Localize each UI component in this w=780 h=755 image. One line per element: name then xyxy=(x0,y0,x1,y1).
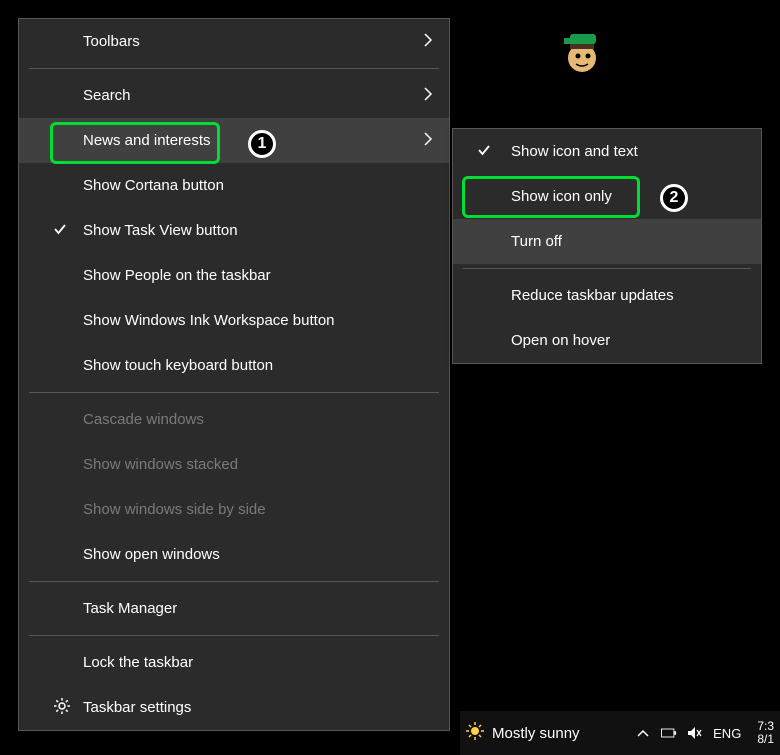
check-icon xyxy=(477,143,491,161)
chevron-right-icon xyxy=(423,86,433,106)
separator xyxy=(29,68,439,69)
check-icon xyxy=(53,222,67,240)
menu-item-label: Show windows stacked xyxy=(83,456,238,473)
menu-item-label: Show Windows Ink Workspace button xyxy=(83,312,335,329)
menu-item-label: Reduce taskbar updates xyxy=(511,287,674,304)
chevron-right-icon xyxy=(423,131,433,151)
news-interests-submenu: Show icon and text Show icon only Turn o… xyxy=(452,128,762,364)
menu-item-show-open[interactable]: Show open windows xyxy=(19,532,449,577)
separator xyxy=(29,392,439,393)
menu-item-task-manager[interactable]: Task Manager xyxy=(19,586,449,631)
menu-item-side-by-side: Show windows side by side xyxy=(19,487,449,532)
taskbar-context-menu: Toolbars Search News and interests Show … xyxy=(18,18,450,731)
menu-item-task-view[interactable]: Show Task View button xyxy=(19,208,449,253)
gear-icon xyxy=(53,697,71,719)
menu-item-taskbar-settings[interactable]: Taskbar settings xyxy=(19,685,449,730)
menu-item-label: Lock the taskbar xyxy=(83,654,193,671)
menu-item-label: Show open windows xyxy=(83,546,220,563)
chevron-right-icon xyxy=(423,32,433,52)
menu-item-label: Task Manager xyxy=(83,600,177,617)
menu-item-people[interactable]: Show People on the taskbar xyxy=(19,253,449,298)
weather-label: Mostly sunny xyxy=(492,725,580,742)
separator xyxy=(29,635,439,636)
avatar xyxy=(556,30,604,82)
menu-item-news-interests[interactable]: News and interests xyxy=(19,118,449,163)
submenu-item-icon-only[interactable]: Show icon only xyxy=(453,174,761,219)
menu-item-cascade: Cascade windows xyxy=(19,397,449,442)
menu-item-search[interactable]: Search xyxy=(19,73,449,118)
menu-item-label: Show icon only xyxy=(511,188,612,205)
menu-item-label: Toolbars xyxy=(83,33,140,50)
menu-item-label: Open on hover xyxy=(511,332,610,349)
submenu-item-reduce-updates[interactable]: Reduce taskbar updates xyxy=(453,273,761,318)
taskbar-weather[interactable]: Mostly sunny xyxy=(466,722,580,744)
sun-icon xyxy=(466,722,484,744)
menu-item-toolbars[interactable]: Toolbars xyxy=(19,19,449,64)
clock-date: 8/1 xyxy=(757,733,774,746)
menu-item-ink[interactable]: Show Windows Ink Workspace button xyxy=(19,298,449,343)
menu-item-label: Show icon and text xyxy=(511,143,638,160)
menu-item-stacked: Show windows stacked xyxy=(19,442,449,487)
volume-icon[interactable] xyxy=(687,725,703,741)
language-indicator[interactable]: ENG xyxy=(713,726,741,741)
submenu-item-turn-off[interactable]: Turn off xyxy=(453,219,761,264)
submenu-item-open-hover[interactable]: Open on hover xyxy=(453,318,761,363)
menu-item-label: Show Task View button xyxy=(83,222,238,239)
menu-item-label: News and interests xyxy=(83,132,211,149)
menu-item-cortana[interactable]: Show Cortana button xyxy=(19,163,449,208)
taskbar: Mostly sunny ENG 7:3 8/1 xyxy=(460,711,780,755)
taskbar-clock[interactable]: 7:3 8/1 xyxy=(751,720,774,746)
separator xyxy=(29,581,439,582)
tray-up-icon[interactable] xyxy=(635,725,651,741)
menu-item-label: Show People on the taskbar xyxy=(83,267,271,284)
menu-item-label: Taskbar settings xyxy=(83,699,191,716)
menu-item-label: Turn off xyxy=(511,233,562,250)
menu-item-label: Show Cortana button xyxy=(83,177,224,194)
menu-item-touch-keyboard[interactable]: Show touch keyboard button xyxy=(19,343,449,388)
battery-icon[interactable] xyxy=(661,725,677,741)
menu-item-label: Search xyxy=(83,87,131,104)
separator xyxy=(463,268,751,269)
submenu-item-icon-text[interactable]: Show icon and text xyxy=(453,129,761,174)
menu-item-lock-taskbar[interactable]: Lock the taskbar xyxy=(19,640,449,685)
menu-item-label: Show touch keyboard button xyxy=(83,357,273,374)
menu-item-label: Show windows side by side xyxy=(83,501,266,518)
menu-item-label: Cascade windows xyxy=(83,411,204,428)
